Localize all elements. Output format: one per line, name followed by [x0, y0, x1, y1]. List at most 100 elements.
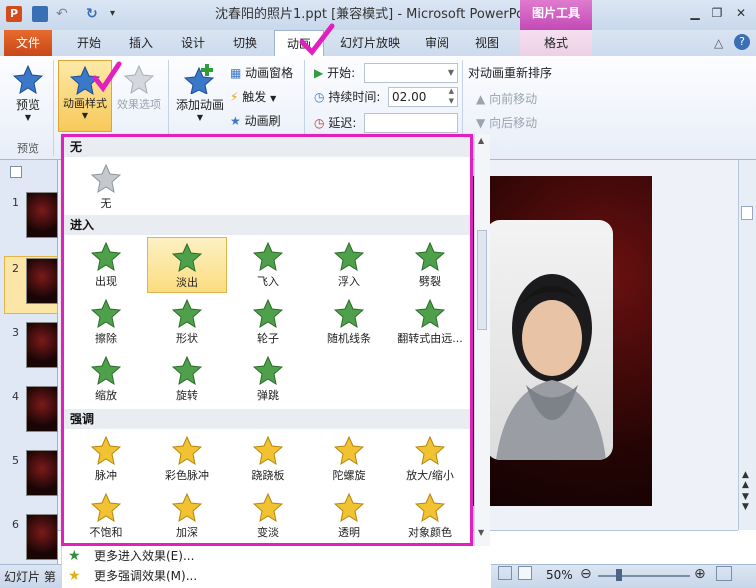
gallery-item[interactable]: 随机线条 — [309, 294, 389, 350]
gallery-item-none[interactable]: 无 — [66, 159, 146, 215]
help-icon[interactable]: ? — [734, 34, 750, 50]
close-icon[interactable]: ✕ — [730, 4, 752, 22]
gallery-item[interactable]: 劈裂 — [390, 237, 470, 293]
delay-clock-icon: ◷ — [314, 116, 325, 130]
add-animation-button[interactable]: 添加动画 ▼ — [172, 62, 228, 132]
preview-label: 预览 — [15, 98, 40, 112]
normal-view-icon[interactable] — [498, 566, 512, 580]
gallery-item[interactable]: 翻转式由远... — [390, 294, 470, 350]
move-later-label: 向后移动 — [489, 116, 538, 130]
star-green-icon — [253, 355, 283, 385]
slide-thumbnail[interactable] — [26, 450, 58, 496]
gallery-item[interactable]: 淡出 — [147, 237, 227, 293]
animation-pane-button[interactable]: ▦ 动画窗格 — [230, 62, 293, 84]
gallery-item[interactable]: 擦除 — [66, 294, 146, 350]
powerpoint-app-icon[interactable]: P — [6, 6, 22, 22]
trigger-button[interactable]: ⚡ 触发 ▼ — [230, 86, 276, 108]
star-green-icon — [415, 241, 445, 271]
tab-design[interactable]: 设计 — [170, 30, 216, 56]
gallery-item-label: 出现 — [95, 275, 117, 288]
gallery-item-label: 变淡 — [257, 526, 279, 539]
delay-row: ◷ 延迟: — [314, 112, 356, 134]
prev-slide-icon[interactable]: ▲ ▲ — [742, 470, 749, 490]
move-earlier-button[interactable]: ▲ 向前移动 — [476, 88, 537, 110]
tab-view[interactable]: 视图 — [464, 30, 510, 56]
more-entrance-effects[interactable]: ★ 更多进入效果(E)... — [62, 546, 491, 566]
minimize-icon[interactable]: ▁ — [684, 4, 706, 22]
picture-tools-context-label: 图片工具 — [520, 0, 592, 30]
tab-transitions[interactable]: 切换 — [222, 30, 268, 56]
customize-qat-icon[interactable]: ▾ — [110, 6, 126, 22]
gallery-item-label: 飞入 — [257, 275, 279, 288]
tab-review[interactable]: 审阅 — [416, 30, 458, 56]
tab-insert[interactable]: 插入 — [118, 30, 164, 56]
gallery-item[interactable]: 出现 — [66, 237, 146, 293]
gallery-item[interactable]: 彩色脉冲 — [147, 431, 227, 487]
slide-thumbnail[interactable] — [26, 322, 58, 368]
zoom-slider[interactable] — [598, 575, 690, 577]
outline-toggle-icon[interactable] — [10, 166, 22, 178]
gallery-item-label: 劈裂 — [419, 275, 441, 288]
fit-to-window-icon[interactable] — [716, 566, 732, 581]
gallery-scroll-thumb[interactable] — [477, 230, 487, 330]
gallery-item[interactable]: 加深 — [147, 488, 227, 544]
gallery-item[interactable]: 变淡 — [228, 488, 308, 544]
undo-icon[interactable]: ↶ — [56, 6, 72, 22]
scroll-up-icon[interactable]: ▲ — [478, 136, 484, 145]
more-emphasis-effects[interactable]: ★ 更多强调效果(M)... — [62, 566, 491, 586]
gallery-item[interactable]: 弹跳 — [228, 351, 308, 407]
duration-input[interactable]: 02.00 ▲ ▼ — [388, 87, 458, 107]
delay-input[interactable] — [364, 113, 458, 133]
save-icon[interactable] — [32, 6, 48, 22]
gallery-item[interactable]: 飞入 — [228, 237, 308, 293]
zoom-out-icon[interactable]: ⊖ — [580, 566, 592, 582]
gallery-item[interactable]: 跷跷板 — [228, 431, 308, 487]
preview-dropdown-icon[interactable]: ▼ — [6, 113, 50, 122]
gallery-item[interactable]: 陀螺旋 — [309, 431, 389, 487]
star-green-icon: ★ — [68, 548, 81, 564]
scroll-thumb[interactable] — [741, 206, 753, 220]
star-green-icon — [253, 298, 283, 328]
tab-slideshow[interactable]: 幻灯片放映 — [330, 30, 410, 56]
gallery-item[interactable]: 缩放 — [66, 351, 146, 407]
next-slide-icon[interactable]: ▼ ▼ — [742, 492, 749, 512]
gallery-item[interactable]: 对象颜色 — [390, 488, 470, 544]
gallery-item[interactable]: 不饱和 — [66, 488, 146, 544]
start-select[interactable]: ▼ — [364, 63, 458, 83]
zoom-in-icon[interactable]: ⊕ — [694, 566, 706, 582]
animation-painter-button[interactable]: ★ 动画刷 — [230, 110, 281, 132]
slide-thumbnail[interactable] — [26, 514, 58, 560]
tab-home[interactable]: 开始 — [66, 30, 112, 56]
effect-options-button[interactable]: 效果选项 — [114, 62, 164, 132]
gallery-item[interactable]: 放大/缩小 — [390, 431, 470, 487]
start-dropdown-icon[interactable]: ▼ — [448, 64, 454, 82]
gallery-item[interactable]: 形状 — [147, 294, 227, 350]
gallery-item-label: 轮子 — [257, 332, 279, 345]
slide-thumbnail[interactable] — [26, 192, 58, 238]
move-later-button[interactable]: ▼ 向后移动 — [476, 112, 537, 134]
slide-photo[interactable] — [486, 220, 613, 460]
slide-thumbnail[interactable] — [26, 258, 58, 304]
scroll-down-icon[interactable]: ▼ — [478, 528, 484, 537]
gallery-item[interactable]: 轮子 — [228, 294, 308, 350]
gallery-item[interactable]: 浮入 — [309, 237, 389, 293]
collapse-ribbon-icon[interactable]: △ — [714, 36, 723, 50]
zoom-level[interactable]: 50% — [546, 568, 573, 582]
redo-icon[interactable]: ↻ — [86, 6, 102, 22]
slide-thumbnail[interactable] — [26, 386, 58, 432]
slide-count-label: 幻灯片 第 — [4, 570, 56, 584]
duration-spinner-icon[interactable]: ▲ ▼ — [449, 86, 454, 106]
tab-format[interactable]: 格式 — [520, 30, 592, 56]
preview-group-label: 预览 — [17, 142, 39, 155]
restore-icon[interactable]: ❐ — [706, 4, 728, 22]
zoom-slider-thumb[interactable] — [616, 569, 622, 581]
gallery-scrollbar[interactable]: ▲ ▼ — [474, 134, 490, 546]
star-gold-icon — [91, 435, 121, 465]
gallery-item[interactable]: 旋转 — [147, 351, 227, 407]
gallery-item[interactable]: 透明 — [309, 488, 389, 544]
slide-sorter-icon[interactable] — [518, 566, 532, 580]
gallery-item[interactable]: 脉冲 — [66, 431, 146, 487]
tab-file[interactable]: 文件 — [4, 30, 52, 56]
preview-button[interactable]: 预览 ▼ — [6, 62, 50, 132]
star-gold-icon — [253, 435, 283, 465]
